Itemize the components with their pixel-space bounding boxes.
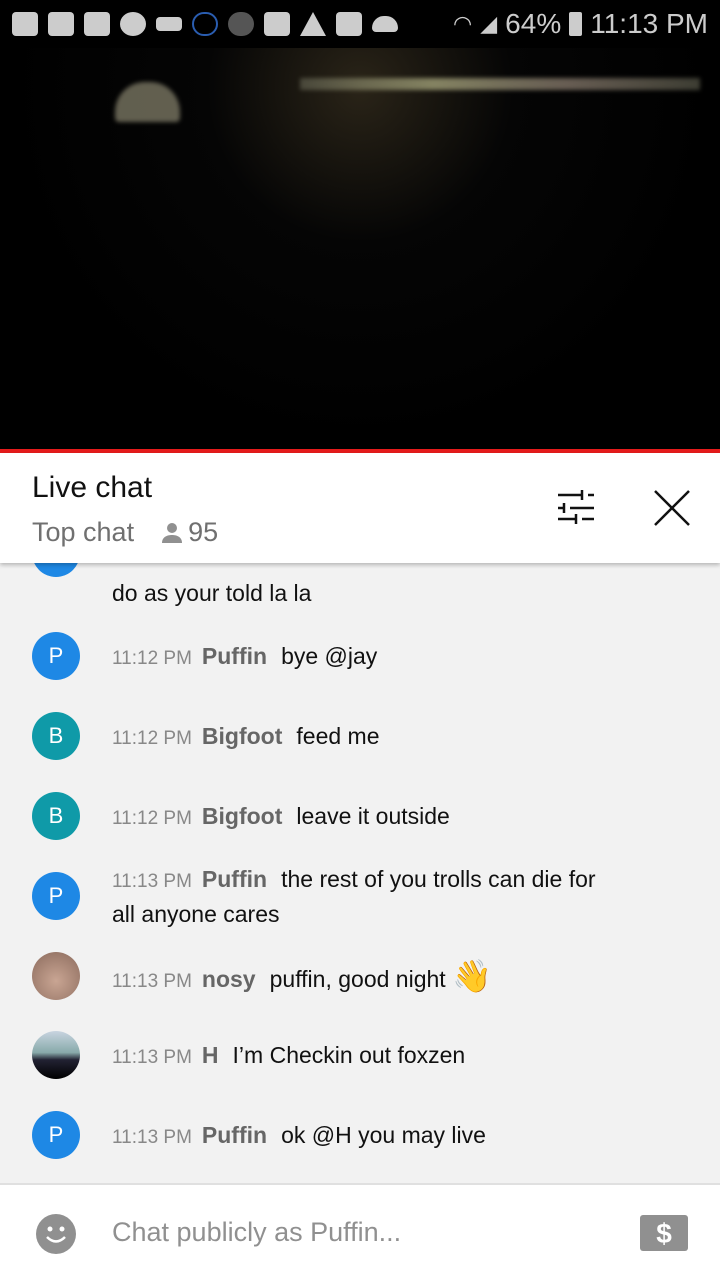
crown-icon	[156, 17, 182, 31]
youtube-icon	[84, 12, 110, 36]
signal-icon: ◢	[480, 11, 498, 36]
chat-mode-selector[interactable]: Top chat	[32, 517, 134, 548]
m-app-icon	[228, 12, 254, 36]
message-text: feed me	[296, 723, 380, 749]
close-icon[interactable]	[647, 483, 697, 533]
status-bar: ◠ ◢ 64% 11:13 PM	[0, 0, 720, 48]
author-name[interactable]: Bigfoot	[202, 803, 282, 829]
video-player[interactable]	[0, 48, 720, 450]
chat-input[interactable]: Chat publicly as Puffin...	[112, 1217, 401, 1248]
avatar[interactable]: B	[32, 712, 80, 760]
author-name[interactable]: H	[202, 1042, 219, 1068]
author-name[interactable]: Bigfoot	[202, 723, 282, 749]
folder-icon	[264, 12, 290, 36]
emoji-icon[interactable]	[36, 1214, 76, 1254]
message-icon	[12, 12, 38, 36]
chat-title: Live chat	[32, 471, 153, 504]
avatar	[32, 563, 80, 577]
message-text: leave it outside	[296, 803, 450, 829]
author-name[interactable]: Puffin	[202, 643, 267, 669]
filter-settings-icon[interactable]	[552, 483, 602, 533]
youtube-icon	[48, 12, 74, 36]
message-text: puffin, good night	[269, 966, 446, 992]
timestamp: 11:13 PM	[112, 971, 192, 992]
m-app-icon	[120, 12, 146, 36]
author-name[interactable]: Puffin	[202, 1122, 267, 1148]
avatar[interactable]	[32, 1031, 80, 1079]
timestamp: 11:12 PM	[112, 808, 192, 829]
chat-input-bar: Chat publicly as Puffin... $	[0, 1183, 720, 1280]
avatar[interactable]: P	[32, 1111, 80, 1159]
message-text: bye @jay	[281, 643, 378, 669]
person-icon	[162, 522, 183, 543]
timestamp: 11:12 PM	[112, 648, 192, 669]
cloud-icon	[372, 16, 398, 32]
waving-hand-emoji: 👋	[452, 958, 492, 994]
message-text: do as your told la la	[112, 580, 312, 606]
clock: 11:13 PM	[590, 8, 708, 39]
author-name[interactable]: nosy	[202, 966, 256, 992]
viewer-count-value: 95	[188, 517, 219, 547]
super-chat-icon[interactable]: $	[640, 1215, 688, 1251]
timestamp: 11:12 PM	[112, 728, 192, 749]
dome-building	[115, 82, 180, 122]
avatar[interactable]: B	[32, 792, 80, 840]
avatar[interactable]: P	[32, 632, 80, 680]
viewer-count: 95	[160, 517, 218, 548]
message-text: ok @H you may live	[281, 1122, 486, 1148]
chat-list[interactable]: do as your told la la P 11:12 PM Puffin by…	[0, 563, 720, 1183]
svg-text:$: $	[656, 1218, 672, 1249]
battery-percent: 64%	[505, 8, 562, 39]
timestamp: 11:13 PM	[112, 1047, 192, 1068]
image-icon	[336, 12, 362, 36]
wifi-icon: ◠	[453, 11, 473, 36]
cloud-outline-icon	[192, 12, 218, 36]
message-text: I’m Checkin out foxzen	[232, 1042, 466, 1068]
battery-icon	[569, 12, 583, 36]
city-lights	[300, 78, 700, 90]
author-name[interactable]: Puffin	[202, 866, 267, 892]
avatar[interactable]	[32, 952, 80, 1000]
chat-header: Live chat Top chat 95	[0, 453, 720, 563]
timestamp: 11:13 PM	[112, 1127, 192, 1148]
avatar[interactable]: P	[32, 872, 80, 920]
timestamp: 11:13 PM	[112, 871, 192, 892]
warning-icon	[300, 12, 326, 36]
